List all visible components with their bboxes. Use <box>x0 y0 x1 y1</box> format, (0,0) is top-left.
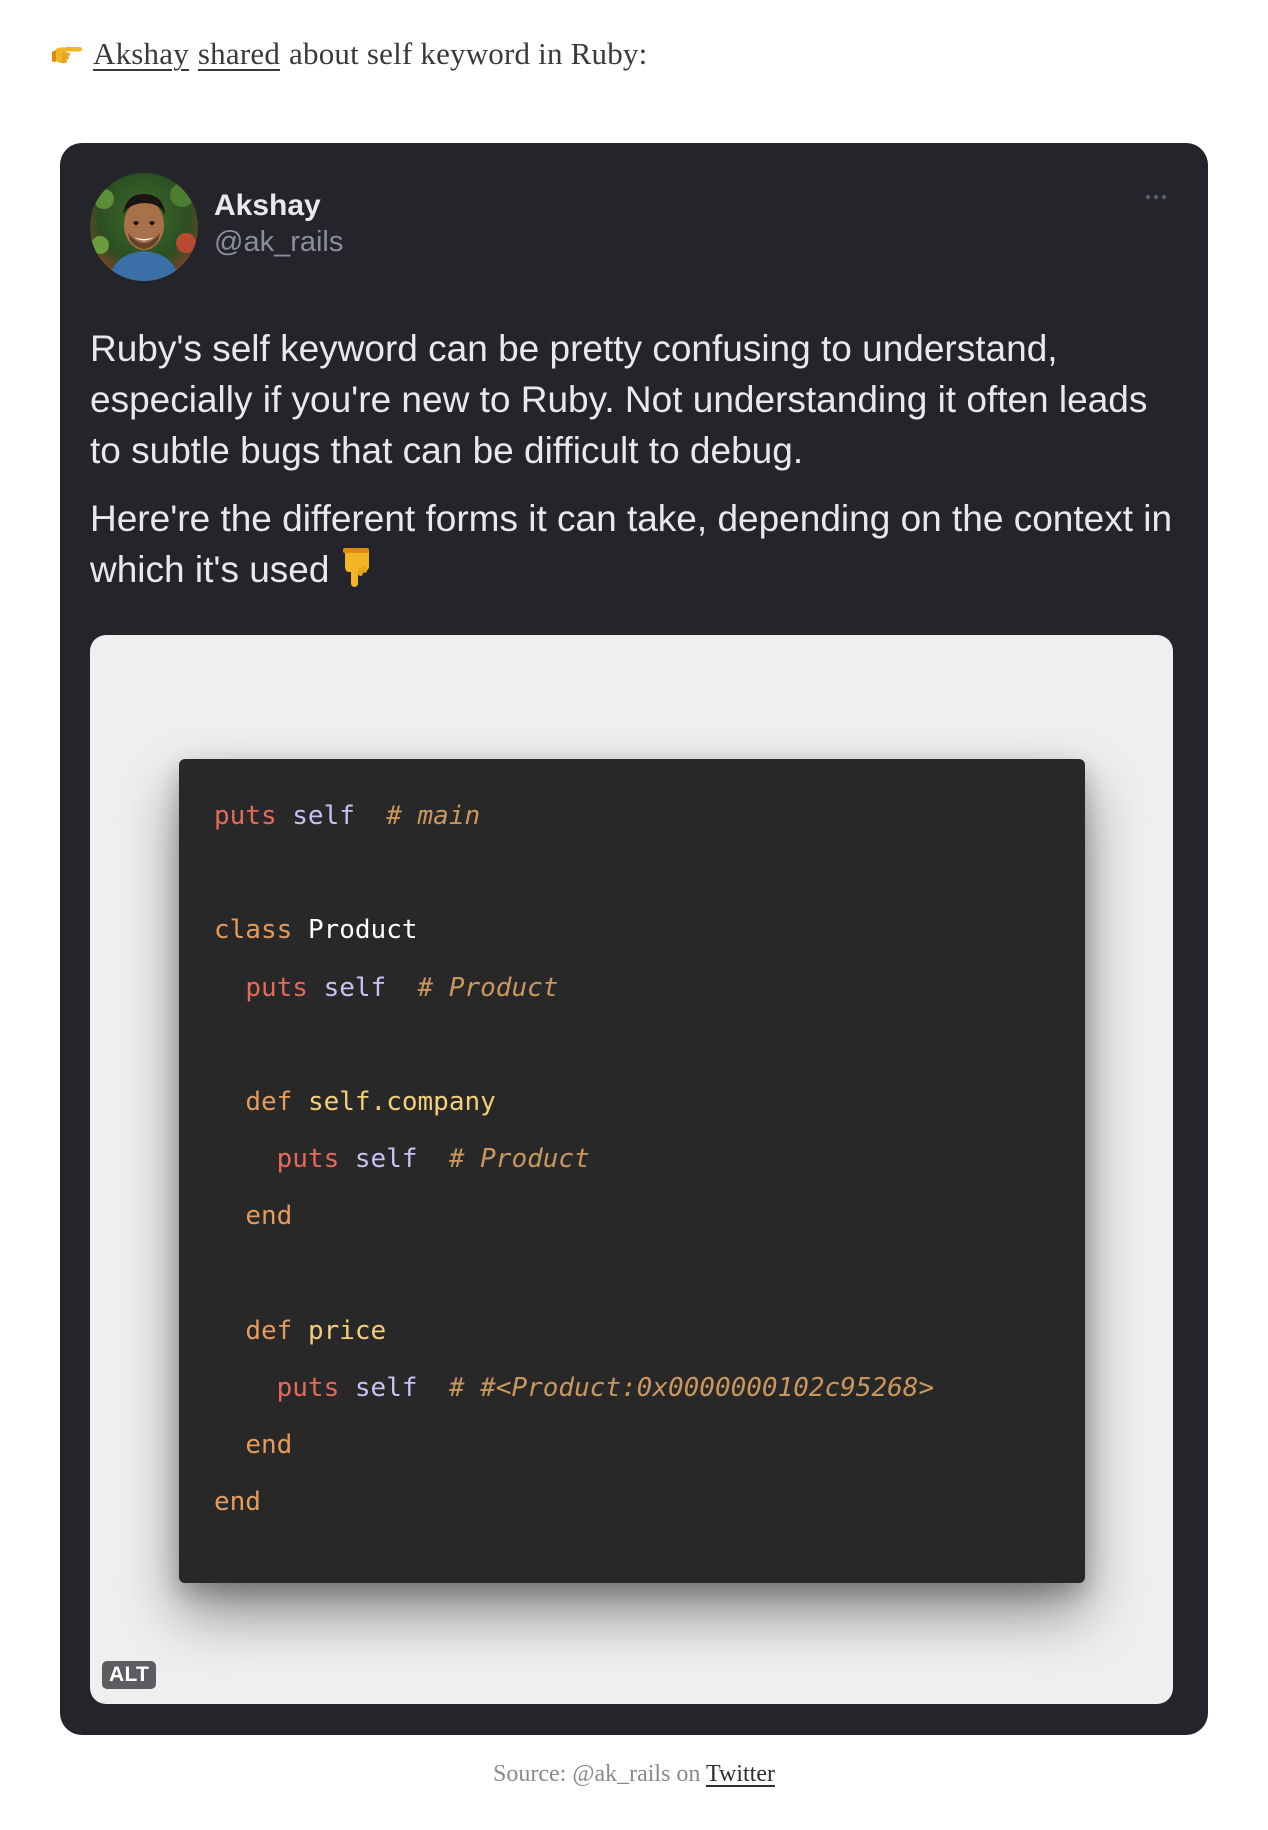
code-token: Product <box>307 915 418 946</box>
tweet-paragraph-1: Ruby's self keyword can be pretty confus… <box>90 328 1148 471</box>
code-token: self <box>323 972 387 1003</box>
code-line: puts self # Product <box>214 1144 590 1174</box>
code-line: end <box>214 1201 292 1231</box>
code-token: # Product <box>417 972 559 1003</box>
code-token: def <box>245 1087 293 1117</box>
code-line: def self.company <box>214 1087 496 1117</box>
code-token: end <box>245 1201 293 1232</box>
code-token: # main <box>386 801 481 831</box>
code-token: self.company <box>307 1087 496 1117</box>
intro-line: Akshay shared about self keyword in Ruby… <box>52 36 647 72</box>
code-window: puts self # main class Product puts self … <box>179 759 1085 1583</box>
pointing-right-hand-icon <box>52 47 82 64</box>
code-token: end <box>214 1487 261 1518</box>
code-token: # #<Product:0x0000000102c95268> <box>448 1373 935 1403</box>
twitter-link[interactable]: Twitter <box>706 1761 775 1787</box>
code-line: end <box>214 1430 292 1460</box>
alt-badge[interactable]: ALT <box>102 1661 157 1689</box>
caption-text: Source: @ak_rails on <box>493 1761 701 1787</box>
tweet-text: Ruby's self keyword can be pretty confus… <box>90 323 1180 595</box>
code-token: self <box>354 1144 418 1175</box>
code-token: self <box>354 1373 418 1403</box>
code-line: puts self # Product <box>214 973 558 1003</box>
avatar[interactable] <box>90 173 198 281</box>
author-handle[interactable]: @ak_rails <box>214 226 343 259</box>
code-token: end <box>245 1430 293 1461</box>
source-caption: Source: @ak_rails on Twitter <box>0 1761 1268 1788</box>
code-token: price <box>307 1315 387 1346</box>
code-line: class Product <box>214 915 418 945</box>
code-line: end <box>214 1487 261 1517</box>
code-line: puts self # #<Product:0x0000000102c95268… <box>214 1373 934 1403</box>
tweet-paragraph-2-text: Here're the different forms it can take,… <box>90 498 1173 590</box>
tweet-paragraph-2: Here're the different forms it can take,… <box>90 493 1180 595</box>
intro-text: about self keyword in Ruby: <box>289 36 648 71</box>
code-token: def <box>245 1315 293 1346</box>
code-line: def price <box>214 1316 386 1346</box>
code-token: self <box>292 801 355 831</box>
code-token: puts <box>245 972 308 1003</box>
code-token: puts <box>214 801 277 831</box>
shared-link[interactable]: shared <box>198 36 280 72</box>
code-line: puts self # main <box>214 801 480 831</box>
author-name[interactable]: Akshay <box>214 189 321 223</box>
pointing-down-hand-icon <box>343 548 370 587</box>
more-options-icon[interactable] <box>1144 193 1168 201</box>
code-token: puts <box>276 1373 340 1403</box>
code-token: class <box>214 915 293 946</box>
tweet-image[interactable]: puts self # main class Product puts self … <box>90 635 1173 1704</box>
code-token: puts <box>276 1144 340 1175</box>
tweet-card[interactable]: Akshay @ak_rails Ruby's self keyword can… <box>60 143 1208 1735</box>
code-token: # Product <box>448 1144 590 1175</box>
author-link[interactable]: Akshay <box>93 36 189 72</box>
